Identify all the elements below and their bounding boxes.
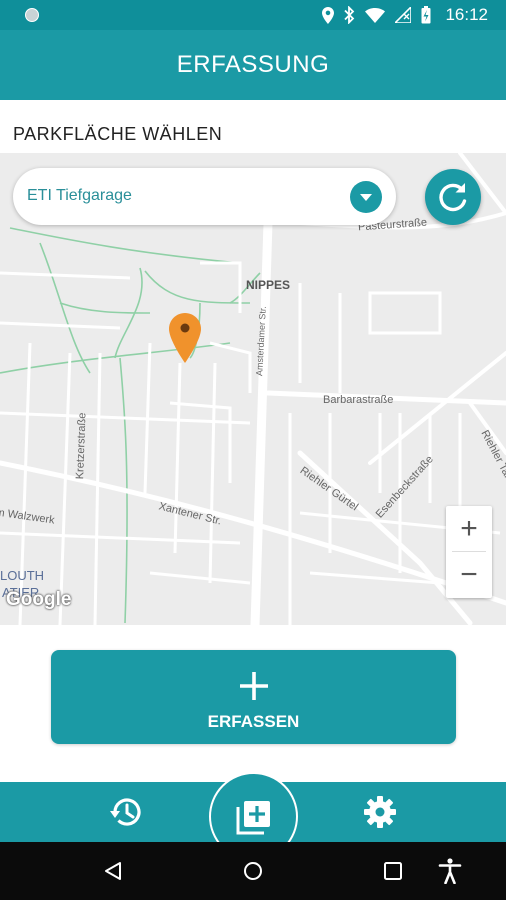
system-navigation-bar xyxy=(0,842,506,900)
google-attribution[interactable]: Google xyxy=(6,589,71,611)
status-icons: 16:12 xyxy=(322,5,488,25)
chevron-down-icon[interactable] xyxy=(350,181,382,213)
wifi-icon xyxy=(365,7,386,23)
map-label-barbarastrasse: Barbarastraße xyxy=(323,394,394,406)
location-marker-icon[interactable] xyxy=(169,313,201,363)
app-bar: ERFASSUNG xyxy=(0,30,506,100)
parking-area-select-value: ETI Tiefgarage xyxy=(27,187,132,204)
no-signal-icon xyxy=(395,7,412,23)
library-add-icon xyxy=(236,801,270,835)
history-icon[interactable] xyxy=(108,794,144,830)
bluetooth-icon xyxy=(344,6,355,24)
status-bar: 16:12 xyxy=(0,0,506,30)
zoom-in-button[interactable]: + xyxy=(446,506,492,551)
notification-dot-icon xyxy=(25,8,39,22)
back-icon[interactable] xyxy=(103,861,123,881)
plus-icon xyxy=(240,672,268,700)
map-view[interactable]: NIPPES Pasteurstraße Amsterdamer Str. Ba… xyxy=(0,153,506,625)
zoom-control: + − xyxy=(446,506,492,598)
battery-charging-icon xyxy=(421,6,431,24)
location-icon xyxy=(322,6,335,24)
settings-gear-icon[interactable] xyxy=(362,794,398,830)
map-label-kretzerstrasse: Kretzerstraße xyxy=(74,412,89,480)
parking-area-select[interactable]: ETI Tiefgarage xyxy=(13,168,396,225)
home-icon[interactable] xyxy=(243,861,263,881)
refresh-icon xyxy=(439,183,467,212)
erfassen-button[interactable]: ERFASSEN xyxy=(51,650,456,744)
refresh-button[interactable] xyxy=(425,169,481,225)
map-label-louth: LOUTH xyxy=(0,568,45,583)
zoom-out-button[interactable]: − xyxy=(446,552,492,597)
page-title: ERFASSUNG xyxy=(176,51,330,78)
erfassen-button-label: ERFASSEN xyxy=(207,712,300,731)
map-label-nippes: NIPPES xyxy=(246,278,291,292)
accessibility-icon[interactable] xyxy=(438,858,462,884)
section-label: PARKFLÄCHE WÄHLEN xyxy=(13,124,223,144)
recents-icon[interactable] xyxy=(384,862,402,880)
bottom-navigation xyxy=(0,772,506,861)
clock: 16:12 xyxy=(445,5,488,24)
